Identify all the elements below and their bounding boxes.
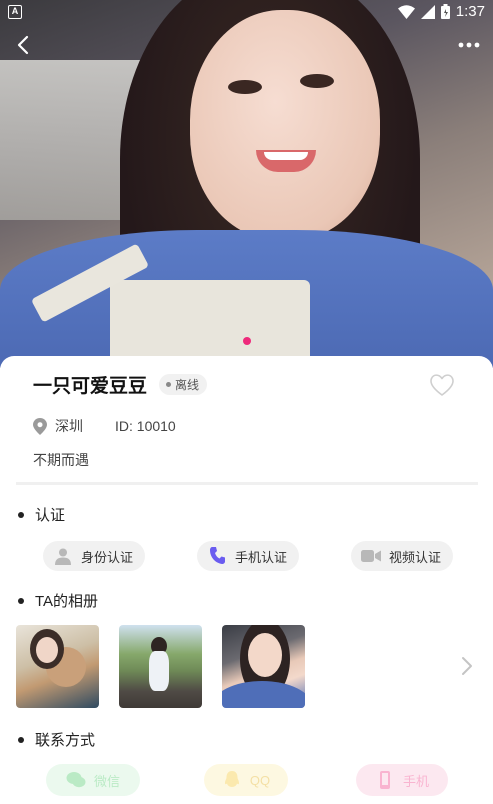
online-status-badge: 离线 (159, 374, 208, 395)
chevron-left-icon (17, 35, 29, 55)
album-photo[interactable] (119, 625, 202, 708)
profile-id: ID: 10010 (115, 418, 176, 434)
verification-chip-phone[interactable]: 手机认证 (197, 541, 300, 571)
video-icon (361, 546, 381, 566)
section-title-album: TA的相册 (35, 593, 99, 610)
status-bar: A 1:37 (0, 0, 493, 26)
contact-row: 微信 QQ 手机 (0, 764, 493, 796)
photo-album (0, 625, 493, 709)
section-verification: 认证 (18, 504, 65, 525)
carousel-indicator-dot (243, 337, 251, 345)
app-badge-icon: A (8, 5, 22, 19)
heart-icon (430, 374, 454, 396)
battery-icon (440, 4, 450, 19)
verification-row: 身份认证 手机认证 视频认证 (0, 541, 493, 571)
contact-wechat-button[interactable]: 微信 (46, 764, 140, 796)
album-next-button[interactable] (460, 655, 474, 677)
verification-chip-video[interactable]: 视频认证 (351, 541, 454, 571)
location-pin-icon (33, 417, 47, 435)
status-dot-icon (166, 382, 172, 387)
person-icon (53, 546, 73, 566)
profile-meta: 深圳 ID: 10010 (33, 416, 176, 436)
profile-name: 一只可爱豆豆 (33, 376, 148, 397)
favorite-button[interactable] (429, 373, 455, 397)
verification-label: 视频认证 (389, 549, 442, 565)
bullet-icon (18, 597, 24, 604)
verification-label: 手机认证 (235, 549, 288, 565)
profile-bio: 不期而遇 (33, 452, 89, 468)
bullet-icon (18, 736, 24, 743)
qq-icon (224, 771, 239, 787)
profile-card: 一只可爱豆豆 离线 深圳 ID: 10010 不期而遇 认证 身份认证 手机认证… (0, 356, 493, 804)
mobile-icon (379, 771, 390, 789)
more-dots-icon (458, 42, 480, 48)
wifi-icon (397, 4, 415, 19)
wechat-icon (66, 772, 86, 788)
section-title-verification: 认证 (35, 507, 66, 524)
clock: 1:37 (455, 3, 485, 20)
back-button[interactable] (12, 33, 36, 57)
profile-city: 深圳 (55, 418, 83, 434)
contact-label: 微信 (93, 773, 120, 789)
album-photo[interactable] (222, 625, 305, 708)
verification-label: 身份认证 (81, 549, 134, 565)
divider (16, 482, 478, 485)
section-contact: 联系方式 (18, 729, 95, 750)
more-button[interactable] (457, 34, 481, 56)
contact-qq-button[interactable]: QQ (204, 764, 288, 796)
chevron-right-icon (462, 657, 472, 675)
profile-photo[interactable] (0, 0, 493, 368)
section-title-contact: 联系方式 (35, 732, 96, 749)
bullet-icon (18, 511, 24, 518)
verification-chip-identity[interactable]: 身份认证 (43, 541, 146, 571)
album-photo[interactable] (16, 625, 99, 708)
phone-icon (207, 546, 227, 566)
contact-phone-button[interactable]: 手机 (356, 764, 448, 796)
section-album: TA的相册 (18, 590, 98, 611)
online-status-label: 离线 (175, 378, 200, 392)
contact-label: QQ (249, 772, 271, 788)
contact-label: 手机 (402, 773, 429, 789)
signal-icon (420, 4, 435, 19)
